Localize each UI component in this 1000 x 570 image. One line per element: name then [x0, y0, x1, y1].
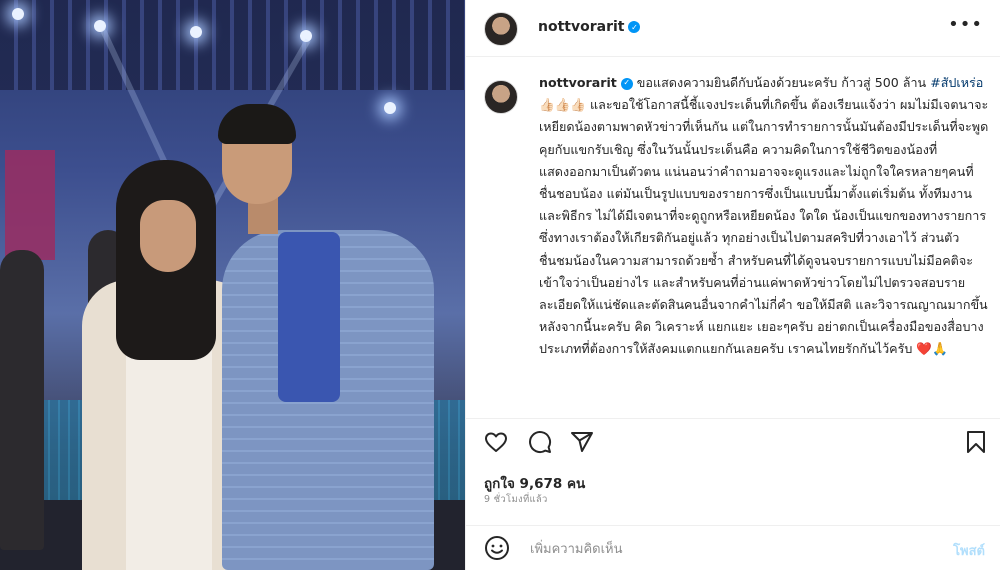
emoji-icon[interactable]: [484, 535, 510, 561]
stage-light: [190, 26, 202, 38]
caption-text-intro: ขอแสดงความยินดีกับน้องด้วยนะครับ ก้าวสู่…: [636, 75, 927, 90]
post-header: nottvorarit ✓ •••: [466, 0, 1000, 57]
post-comment-button[interactable]: โพสต์: [953, 540, 985, 561]
stage-light: [384, 102, 396, 114]
share-icon[interactable]: [568, 428, 596, 456]
comment-icon[interactable]: [526, 428, 554, 456]
background-person: [0, 250, 44, 550]
avatar[interactable]: [484, 12, 518, 46]
caption-text-body: 👍🏻👍🏻👍🏻 และขอใช้โอกาสนี้ชี้แจงประเด็นที่เ…: [539, 97, 989, 357]
post-side-panel: nottvorarit ✓ ••• nottvorarit ✓ ขอแสดงความ…: [465, 0, 1000, 570]
caption-avatar[interactable]: [484, 80, 518, 114]
post-caption: nottvorarit ✓ ขอแสดงความยินดีกับน้องด้วยน…: [539, 72, 989, 361]
person-right-hair: [218, 104, 296, 144]
likes-count[interactable]: ถูกใจ 9,678 คน: [484, 472, 585, 494]
comment-bar: โพสต์: [466, 526, 1000, 570]
verified-badge-icon: ✓: [628, 21, 641, 33]
post-actions: [466, 420, 1000, 464]
caption-username[interactable]: nottvorarit: [539, 75, 617, 90]
stage-truss: [0, 0, 465, 90]
caption-hashtag[interactable]: #สัปเหร่อ: [930, 75, 983, 90]
stage-light: [12, 8, 24, 20]
post-timestamp[interactable]: 9 ชั่วโมงที่แล้ว: [484, 492, 548, 507]
bookmark-icon[interactable]: [962, 428, 990, 456]
post-photo[interactable]: [0, 0, 465, 570]
actions-divider: [466, 418, 1000, 419]
stage-poster: [5, 150, 55, 260]
more-options-icon[interactable]: •••: [948, 14, 983, 35]
header-username[interactable]: nottvorarit: [538, 19, 624, 35]
verified-badge-icon: ✓: [620, 77, 633, 90]
comment-input[interactable]: [528, 536, 932, 562]
person-left-face: [140, 200, 196, 272]
person-right-shirt: [278, 232, 340, 402]
header-username-row: nottvorarit ✓: [538, 19, 641, 35]
heart-icon[interactable]: [482, 428, 510, 456]
